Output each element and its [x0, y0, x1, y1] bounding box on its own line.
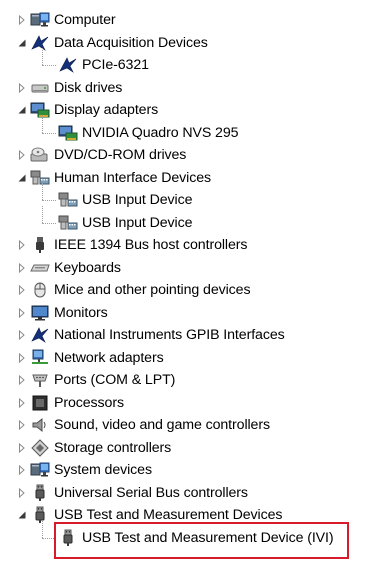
ieee1394-icon: [30, 236, 50, 254]
tree-connector-line: [42, 520, 43, 538]
tree-connector-line: [42, 222, 56, 224]
usb-icon: [30, 506, 50, 524]
tree-item-label: Ports (COM & LPT): [54, 372, 176, 389]
tree-item-label: DVD/CD-ROM drives: [54, 147, 187, 164]
highlight-annotation-box: [54, 522, 349, 559]
tree-item-label: USB Input Device: [82, 214, 193, 231]
computer-icon: [30, 461, 50, 479]
tree-item-label: System devices: [54, 462, 152, 479]
network-adapter-icon: [30, 349, 50, 367]
tree-item-label: Universal Serial Bus controllers: [54, 484, 248, 501]
expand-arrow-icon[interactable]: [17, 352, 27, 363]
tree-category[interactable]: Network adapters: [0, 347, 368, 370]
tree-category[interactable]: Data Acquisition Devices: [0, 32, 368, 55]
tree-connector-line: [42, 115, 43, 133]
mouse-icon: [30, 281, 50, 299]
tree-category[interactable]: Ports (COM & LPT): [0, 369, 368, 392]
processor-icon: [30, 394, 50, 412]
tree-item-label: National Instruments GPIB Interfaces: [54, 327, 285, 344]
tree-category[interactable]: Processors: [0, 392, 368, 415]
display-adapter-icon: [58, 124, 78, 142]
device-manager-window: { "tree": [ {"label": "Computer", "icon"…: [0, 0, 368, 569]
tree-item-label: Storage controllers: [54, 439, 172, 456]
dvd-drive-icon: [30, 146, 50, 164]
expand-arrow-icon[interactable]: [17, 420, 27, 431]
storage-controller-icon: [30, 439, 50, 457]
ni-logo-icon: [30, 34, 50, 52]
tree-item-label: NVIDIA Quadro NVS 295: [82, 124, 239, 141]
tree-category[interactable]: IEEE 1394 Bus host controllers: [0, 234, 368, 257]
hid-icon: [30, 169, 50, 187]
expand-arrow-icon[interactable]: [17, 330, 27, 341]
tree-item-label: USB Input Device: [82, 192, 193, 209]
expand-arrow-icon[interactable]: [17, 150, 27, 161]
tree-connector-line: [42, 48, 43, 66]
collapse-arrow-icon[interactable]: [17, 105, 27, 115]
collapse-arrow-icon[interactable]: [17, 510, 27, 520]
tree-connector-line: [42, 200, 56, 202]
tree-category[interactable]: Human Interface Devices: [0, 167, 368, 190]
expand-arrow-icon[interactable]: [17, 487, 27, 498]
disk-drive-icon: [30, 79, 50, 97]
expand-arrow-icon[interactable]: [17, 307, 27, 318]
tree-category[interactable]: Computer: [0, 9, 368, 32]
tree-category[interactable]: National Instruments GPIB Interfaces: [0, 324, 368, 347]
tree-item-label: Mice and other pointing devices: [54, 282, 251, 299]
tree-category[interactable]: Disk drives: [0, 77, 368, 100]
expand-arrow-icon[interactable]: [17, 262, 27, 273]
tree-connector-line: [42, 65, 56, 67]
monitor-icon: [30, 304, 50, 322]
tree-connector-line: [42, 132, 56, 134]
tree-item-label: Network adapters: [54, 349, 164, 366]
ni-logo-icon: [30, 326, 50, 344]
keyboard-icon: [30, 259, 50, 277]
expand-arrow-icon[interactable]: [17, 15, 27, 26]
tree-category[interactable]: Monitors: [0, 302, 368, 325]
tree-item-label: Sound, video and game controllers: [54, 417, 270, 434]
tree-category[interactable]: Universal Serial Bus controllers: [0, 482, 368, 505]
tree-category[interactable]: DVD/CD-ROM drives: [0, 144, 368, 167]
expand-arrow-icon[interactable]: [17, 285, 27, 296]
ni-logo-icon: [58, 56, 78, 74]
display-adapter-icon: [30, 101, 50, 119]
tree-item-label: IEEE 1394 Bus host controllers: [54, 237, 248, 254]
device-tree: Computer Data Acquisition Devices PCIe-6…: [0, 9, 368, 549]
tree-device[interactable]: USB Input Device: [0, 205, 368, 235]
port-icon: [30, 371, 50, 389]
tree-item-label: Data Acquisition Devices: [54, 34, 208, 51]
hid-icon: [58, 214, 78, 232]
collapse-arrow-icon[interactable]: [17, 38, 27, 48]
tree-connector-line: [42, 183, 43, 201]
collapse-arrow-icon[interactable]: [17, 173, 27, 183]
tree-category[interactable]: Storage controllers: [0, 437, 368, 460]
speaker-icon: [30, 416, 50, 434]
hid-icon: [58, 191, 78, 209]
tree-item-label: Disk drives: [54, 79, 123, 96]
expand-arrow-icon[interactable]: [17, 240, 27, 251]
tree-device[interactable]: USB Input Device: [0, 183, 368, 212]
tree-device[interactable]: NVIDIA Quadro NVS 295: [0, 115, 368, 145]
tree-item-label: Display adapters: [54, 102, 159, 119]
tree-item-label: Processors: [54, 394, 124, 411]
expand-arrow-icon[interactable]: [17, 375, 27, 386]
tree-category[interactable]: Keyboards: [0, 257, 368, 280]
tree-item-label: PCIe-6321: [82, 57, 149, 74]
tree-category[interactable]: Display adapters: [0, 99, 368, 122]
tree-device[interactable]: PCIe-6321: [0, 48, 368, 77]
usb-icon: [30, 484, 50, 502]
tree-category[interactable]: Sound, video and game controllers: [0, 414, 368, 437]
tree-item-label: Computer: [54, 12, 116, 29]
computer-icon: [30, 11, 50, 29]
tree-item-label: Human Interface Devices: [54, 169, 211, 186]
tree-connector-line: [42, 205, 43, 223]
tree-category[interactable]: Mice and other pointing devices: [0, 279, 368, 302]
expand-arrow-icon[interactable]: [17, 465, 27, 476]
tree-item-label: Monitors: [54, 304, 108, 321]
expand-arrow-icon[interactable]: [17, 397, 27, 408]
expand-arrow-icon[interactable]: [17, 82, 27, 93]
tree-item-label: Keyboards: [54, 259, 121, 276]
expand-arrow-icon[interactable]: [17, 442, 27, 453]
tree-category[interactable]: System devices: [0, 459, 368, 482]
